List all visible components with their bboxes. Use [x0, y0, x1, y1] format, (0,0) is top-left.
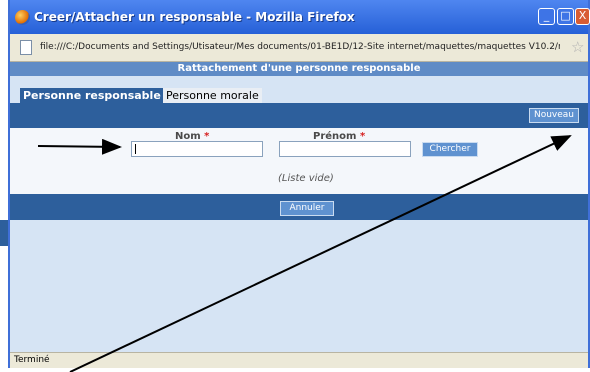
- tab-personne-morale[interactable]: Personne morale: [163, 88, 262, 103]
- address-bar: file:///C:/Documents and Settings/Utisat…: [10, 34, 588, 62]
- toolbar-bar: Nouveau: [10, 103, 588, 128]
- page-header: Rattachement d'une personne responsable: [10, 62, 588, 76]
- firefox-icon: [15, 10, 30, 25]
- text-cursor: [135, 144, 136, 154]
- status-bar: Terminé: [10, 352, 588, 368]
- minimize-button[interactable]: _: [538, 8, 555, 25]
- side-stripe: [0, 220, 8, 246]
- star-bookmark-icon[interactable]: ☆: [571, 39, 584, 55]
- nouveau-button[interactable]: Nouveau: [529, 108, 579, 123]
- nom-input[interactable]: [131, 141, 263, 157]
- title-bar: Creer/Attacher un responsable - Mozilla …: [10, 0, 590, 34]
- close-button[interactable]: X: [575, 8, 590, 25]
- url-field[interactable]: file:///C:/Documents and Settings/Utisat…: [40, 42, 560, 52]
- firefox-window: Creer/Attacher un responsable - Mozilla …: [8, 0, 590, 368]
- search-form: Nom * Prénom * Chercher (Liste vide): [10, 128, 588, 194]
- page-icon: [20, 40, 32, 55]
- empty-list-text: (Liste vide): [278, 173, 334, 184]
- annuler-button[interactable]: Annuler: [280, 201, 334, 216]
- maximize-button[interactable]: □: [557, 8, 574, 25]
- footer-bar: Annuler: [10, 194, 588, 220]
- prenom-input[interactable]: [279, 141, 411, 157]
- window-title: Creer/Attacher un responsable - Mozilla …: [34, 10, 355, 24]
- tab-personne-responsable[interactable]: Personne responsable: [20, 88, 164, 103]
- chercher-button[interactable]: Chercher: [422, 142, 478, 157]
